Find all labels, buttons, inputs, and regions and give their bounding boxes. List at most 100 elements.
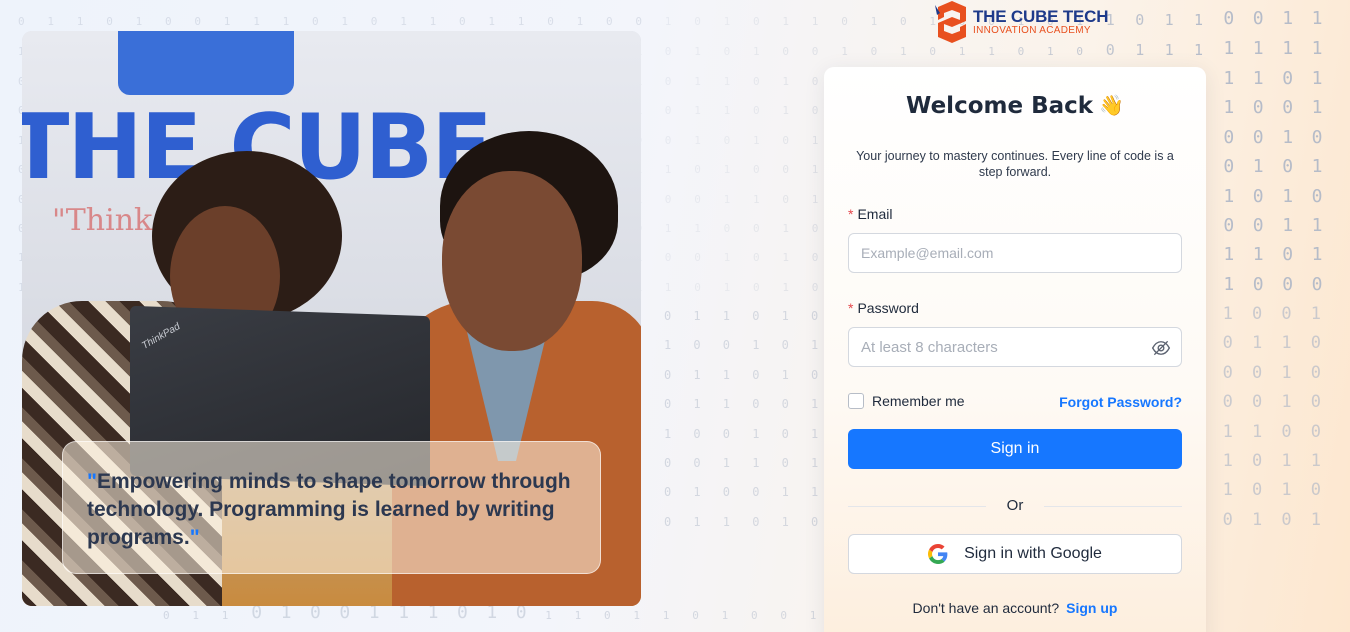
binary-digit: 1 <box>722 514 731 529</box>
binary-digit: 0 <box>165 15 172 28</box>
binary-digit: 1 <box>752 456 760 470</box>
quote-close-mark: " <box>189 526 200 549</box>
eye-slash-icon[interactable] <box>1151 338 1171 358</box>
remember-me-checkbox[interactable] <box>848 393 864 409</box>
sign-up-prompt: Don't have an account? <box>912 600 1060 616</box>
binary-digit: 0 <box>1310 362 1322 383</box>
binary-digit: 0 <box>694 193 701 206</box>
google-sign-in-button[interactable]: Sign in with Google <box>848 534 1182 574</box>
binary-digit: 0 <box>692 609 699 622</box>
binary-digit: 0 <box>782 193 790 206</box>
binary-digit: 1 <box>488 15 496 28</box>
binary-digit: 1 <box>693 309 701 323</box>
forgot-password-link[interactable]: Forgot Password? <box>1059 394 1182 410</box>
binary-digit: 1 <box>545 609 552 622</box>
binary-digit: 0 <box>664 397 672 412</box>
binary-digit: 1 <box>1310 451 1322 471</box>
binary-digit: 0 <box>606 15 613 28</box>
binary-digit: 1 <box>809 609 817 622</box>
sign-up-link[interactable]: Sign up <box>1066 600 1117 616</box>
binary-digit: 0 <box>723 222 731 235</box>
password-field[interactable] <box>849 328 1181 366</box>
binary-digit: 1 <box>811 134 819 147</box>
binary-digit: 0 <box>1223 127 1235 148</box>
binary-digit: 1 <box>694 222 701 235</box>
page-title: Welcome Back 👋 <box>824 93 1206 119</box>
binary-digit: 1 <box>723 104 731 117</box>
binary-digit: 1 <box>1311 244 1323 265</box>
binary-digit: 1 <box>1223 186 1235 207</box>
binary-digit: 1 <box>723 15 731 28</box>
binary-digit: 1 <box>694 104 701 117</box>
cube-logo-icon <box>935 1 966 43</box>
email-label-text: Email <box>857 206 893 222</box>
binary-digit: 0 <box>781 426 789 441</box>
binary-digit: 0 <box>753 222 760 235</box>
binary-digit: 1 <box>693 514 701 529</box>
binary-digit: 1 <box>694 45 701 58</box>
binary-digit: 0 <box>1281 421 1292 442</box>
binary-digit: 1 <box>1311 68 1323 89</box>
binary-digit: 1 <box>811 397 819 412</box>
binary-digit: 1 <box>900 45 907 58</box>
binary-digit: 0 <box>1222 392 1233 413</box>
binary-digit: 1 <box>1281 451 1292 471</box>
remember-me[interactable]: Remember me <box>848 393 965 409</box>
binary-digit: 0 <box>664 251 672 264</box>
binary-digit: 1 <box>752 338 760 353</box>
binary-digit: 0 <box>751 609 758 622</box>
brand-title: THE CUBE TECH <box>973 7 1109 26</box>
binary-digit: 1 <box>811 15 819 28</box>
binary-digit: 1 <box>662 609 670 622</box>
binary-digit: 1 <box>1281 362 1292 383</box>
sign-up-row: Don't have an account? Sign up <box>824 600 1206 616</box>
binary-digit: 1 <box>1311 215 1323 236</box>
binary-digit: 1 <box>1311 97 1323 118</box>
binary-digit: 0 <box>664 367 672 382</box>
brand-logo[interactable]: THE CUBE TECH INNOVATION ACADEMY <box>934 0 1108 44</box>
binary-digit: 1 <box>988 45 995 58</box>
binary-digit: 1 <box>1311 8 1323 29</box>
binary-digit: 1 <box>192 609 200 622</box>
binary-digit: 1 <box>1222 480 1233 501</box>
binary-digit: 1 <box>811 456 819 470</box>
binary-digit: 0 <box>1282 274 1294 295</box>
binary-digit: 1 <box>341 15 349 28</box>
quote-body: Empowering minds to shape tomorrow throu… <box>87 470 571 549</box>
email-field[interactable] <box>849 234 1181 272</box>
binary-digit: 1 <box>782 104 790 117</box>
binary-digit: 1 <box>574 609 582 622</box>
quote-open-mark: " <box>87 470 97 493</box>
binary-digit: 1 <box>721 609 729 622</box>
binary-digit: 1 <box>781 514 789 529</box>
binary-digit: 1 <box>1222 304 1233 324</box>
binary-digit: 0 <box>1252 127 1264 148</box>
binary-digit: 0 <box>781 397 789 412</box>
binary-digit: 1 <box>1282 38 1294 59</box>
binary-digit: 0 <box>1252 215 1264 236</box>
binary-digit: 0 <box>1017 45 1025 58</box>
binary-digit: 1 <box>221 609 229 622</box>
binary-digit: 0 <box>811 251 819 264</box>
sign-in-button[interactable]: Sign in <box>848 429 1182 469</box>
binary-digit: 0 <box>752 397 760 412</box>
binary-digit: 1 <box>781 485 789 500</box>
waving-hand-icon: 👋 <box>1099 93 1124 117</box>
binary-digit: 1 <box>1311 38 1323 59</box>
binary-digit: 0 <box>1252 8 1264 29</box>
binary-digit: 0 <box>1222 333 1233 354</box>
binary-digit: 0 <box>781 338 789 353</box>
binary-digit: 1 <box>1282 127 1294 148</box>
binary-digit: 1 <box>723 163 731 176</box>
binary-digit: 1 <box>576 15 584 28</box>
binary-digit: 0 <box>722 426 731 441</box>
binary-digit: 0 <box>664 514 672 529</box>
hero-sign-tagline: "Think <box>52 203 153 238</box>
binary-digit: 1 <box>1252 68 1264 89</box>
binary-digit: 0 <box>1310 421 1322 442</box>
binary-digit: 0 <box>694 163 701 176</box>
binary-digit: 0 <box>694 251 701 264</box>
binary-digit: 1 <box>782 15 790 28</box>
binary-digit: 0 <box>1252 186 1264 207</box>
binary-digit: 0 <box>752 309 760 323</box>
